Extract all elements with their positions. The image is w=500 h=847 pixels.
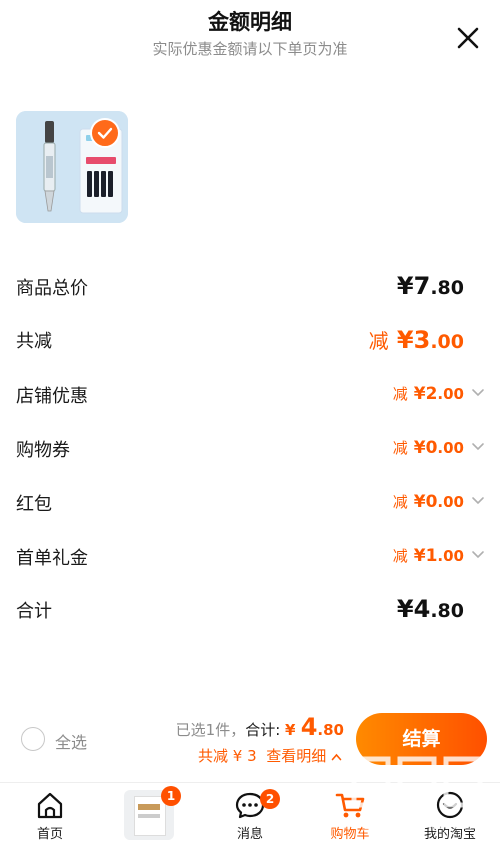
row-label: 商品总价 <box>16 278 88 299</box>
voucher-row[interactable]: 购物券 减 ¥0.00 <box>0 430 500 470</box>
tab-home[interactable]: 首页 <box>0 783 100 844</box>
footer-total-price: ¥ 4.80 <box>285 713 344 741</box>
profile-icon <box>436 791 464 819</box>
total-reduce-row: 共减 减 ¥3.00 <box>0 321 500 361</box>
voucher-value: 减 ¥0.00 <box>392 438 464 458</box>
tab-product-preview[interactable]: 1 <box>100 783 200 844</box>
tab-messages[interactable]: 2 消息 <box>200 783 300 844</box>
cart-icon <box>335 793 365 818</box>
shop-discount-row[interactable]: 店铺优惠 减 ¥2.00 <box>0 376 500 416</box>
page-title: 金额明细 <box>208 10 292 34</box>
row-label: 红包 <box>16 494 52 515</box>
close-icon[interactable] <box>452 22 484 54</box>
select-all-label[interactable]: 全选 <box>55 729 87 753</box>
row-label: 合计 <box>16 601 52 622</box>
row-label: 首单礼金 <box>16 548 88 569</box>
checkout-button[interactable]: 结算 <box>356 713 487 765</box>
chevron-down-icon <box>472 497 484 505</box>
messages-badge: 2 <box>260 789 280 809</box>
row-label: 购物券 <box>16 440 70 461</box>
selected-summary: 已选1件，合计: ¥ 4.80 <box>175 713 344 741</box>
sum-row: 合计 ¥4.80 <box>0 591 500 631</box>
tab-my-taobao[interactable]: 我的淘宝 <box>400 783 500 844</box>
shop-discount-value: 减 ¥2.00 <box>392 384 464 404</box>
header: 金额明细 实际优惠金额请以下单页为准 <box>0 0 500 70</box>
row-label: 店铺优惠 <box>16 386 88 407</box>
first-order-gift-row[interactable]: 首单礼金 减 ¥1.00 <box>0 538 500 578</box>
home-icon <box>37 792 63 819</box>
total-reduce-value: 减 ¥3.00 <box>368 326 464 354</box>
first-order-gift-value: 减 ¥1.00 <box>392 546 464 566</box>
preview-badge: 1 <box>161 786 181 806</box>
chevron-down-icon <box>472 551 484 559</box>
red-packet-row[interactable]: 红包 减 ¥0.00 <box>0 484 500 524</box>
page-subtitle: 实际优惠金额请以下单页为准 <box>152 40 348 58</box>
select-all-radio[interactable] <box>21 727 45 751</box>
row-label: 共减 <box>16 331 52 352</box>
chevron-down-icon <box>472 443 484 451</box>
view-detail-link[interactable]: 共减 ¥ 3 查看明细 <box>198 745 342 766</box>
bottom-tab-bar: 首页 1 2 消息 购物车 我的淘宝 <box>0 782 500 844</box>
total-price-value: ¥7.80 <box>396 272 464 300</box>
chevron-down-icon <box>472 389 484 397</box>
tab-cart[interactable]: 购物车 <box>300 783 400 844</box>
chevron-up-icon <box>331 753 342 761</box>
selected-check-icon <box>90 118 120 148</box>
red-packet-value: 减 ¥0.00 <box>392 492 464 512</box>
sum-value: ¥4.80 <box>396 595 464 623</box>
total-price-row: 商品总价 ¥7.80 <box>0 268 500 308</box>
